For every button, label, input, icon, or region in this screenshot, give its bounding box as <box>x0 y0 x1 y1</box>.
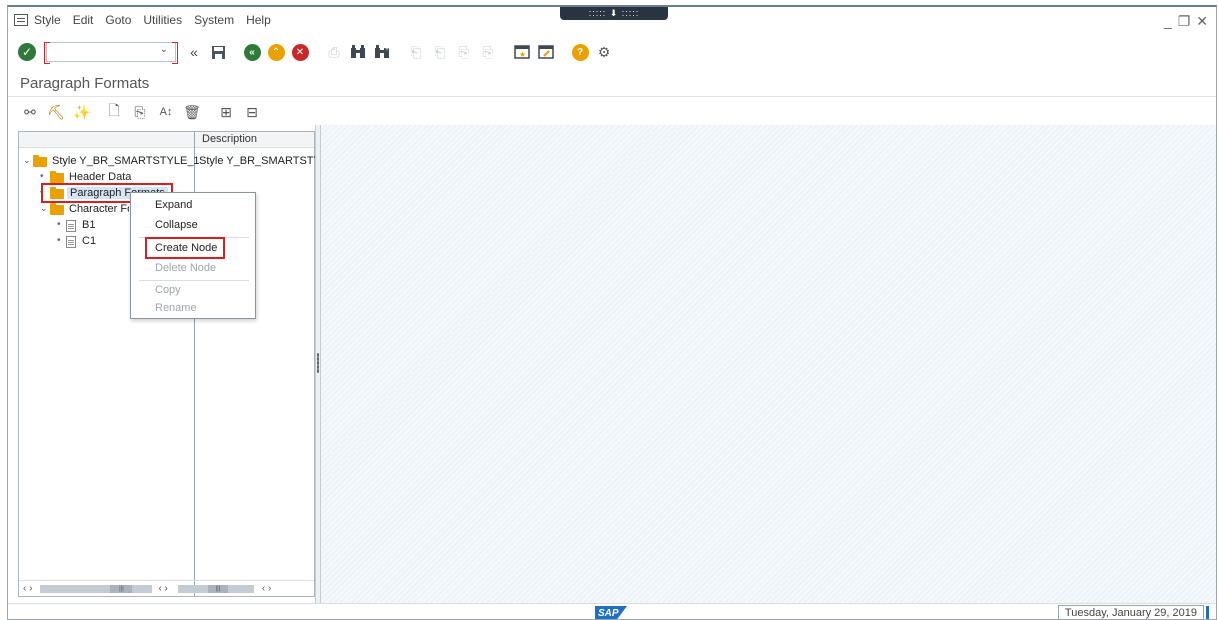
document-icon <box>66 220 76 232</box>
page-title: Paragraph Formats <box>8 71 1216 97</box>
print-icon[interactable]: ⎙ <box>324 42 344 62</box>
previous-page-icon[interactable]: ⎗ <box>430 42 450 62</box>
menu-utilities[interactable]: Utilities <box>143 13 182 27</box>
context-menu: Expand Collapse Create Node Delete Node … <box>130 192 256 319</box>
tree-node-label[interactable]: C1 <box>82 235 96 247</box>
exit-icon[interactable]: ⌃ <box>266 42 286 62</box>
context-menu-rename: Rename <box>155 302 197 314</box>
scrollbar-thumb[interactable]: ||| <box>207 584 228 593</box>
system-toolbar: ✓ ⌄ « « ⌃ ✕ ⎙ + ⎗ ⎗ ⎘ ⎘ ★ ? ⚙ <box>8 35 1216 69</box>
restore-icon[interactable]: ❐ <box>1178 13 1191 30</box>
document-icon <box>66 236 76 248</box>
minimize-icon[interactable]: _ <box>1164 13 1172 30</box>
scrollbar-track[interactable] <box>40 584 111 593</box>
scrollbar-thumb[interactable]: ||| <box>110 584 133 593</box>
scrollbar-track[interactable] <box>227 584 254 593</box>
expand-icon[interactable]: ⊞ <box>216 102 236 122</box>
chevron-down-icon[interactable]: ⌄ <box>40 203 50 214</box>
command-field-wrapper: ⌄ <box>44 42 178 64</box>
rename-icon[interactable]: A↕ <box>156 102 176 122</box>
scrollbar-track[interactable] <box>132 584 153 593</box>
cancel-icon[interactable]: ✕ <box>290 42 310 62</box>
folder-open-icon <box>33 155 47 167</box>
delete-icon[interactable]: 🗑 <box>182 102 202 122</box>
scroll-arrows-icon[interactable]: ‹ › <box>23 583 32 594</box>
svg-text:★: ★ <box>519 50 526 59</box>
back-icon[interactable]: « <box>184 42 204 62</box>
application-toolbar: ⚯ ⛏ ✨ 🗋 ⎘ A↕ 🗑 ⊞ ⊟ <box>8 99 1216 125</box>
chevron-down-icon[interactable]: ⌄ <box>23 155 33 166</box>
context-menu-collapse[interactable]: Collapse <box>155 219 198 231</box>
menu-style[interactable]: Style <box>34 13 61 27</box>
scrollbar-track[interactable] <box>177 584 208 593</box>
folder-icon <box>50 171 64 183</box>
menu-help[interactable]: Help <box>246 13 271 27</box>
tree-node-label[interactable]: B1 <box>82 219 95 231</box>
context-menu-expand[interactable]: Expand <box>155 199 192 211</box>
settings-icon[interactable]: ⚙ <box>594 42 614 62</box>
scroll-arrows-icon[interactable]: ‹ › <box>262 583 271 594</box>
context-menu-delete-node: Delete Node <box>155 262 217 274</box>
collapse-icon[interactable]: ⊟ <box>242 102 262 122</box>
context-menu-copy: Copy <box>155 284 181 296</box>
activate-icon[interactable]: ✨ <box>72 102 92 122</box>
shortcut-icon[interactable] <box>536 42 556 62</box>
copy-icon[interactable]: ⎘ <box>130 102 150 122</box>
next-page-icon[interactable]: ⎘ <box>454 42 474 62</box>
close-icon[interactable]: ✕ <box>1196 13 1208 30</box>
command-field[interactable] <box>46 42 176 62</box>
create-icon[interactable]: 🗋 <box>104 102 124 122</box>
chevron-down-icon[interactable]: ⌄ <box>160 44 168 55</box>
first-page-icon[interactable]: ⎗ <box>406 42 426 62</box>
menu-icon[interactable] <box>14 14 28 26</box>
description-column-header[interactable]: Description <box>202 133 257 145</box>
help-icon[interactable]: ? <box>570 42 590 62</box>
find-icon[interactable] <box>348 42 368 62</box>
find-next-icon[interactable]: + <box>372 42 392 62</box>
tree-header: Description <box>19 132 314 148</box>
menu-edit[interactable]: Edit <box>73 13 94 27</box>
toolbar-toggle-handle[interactable]: ::::: ⬇ ::::: <box>560 7 668 20</box>
create-session-icon[interactable]: ★ <box>512 42 532 62</box>
enter-icon[interactable]: ✓ <box>18 43 36 61</box>
highlight-box <box>145 237 225 259</box>
save-icon[interactable] <box>208 42 228 62</box>
status-date: Tuesday, January 29, 2019 <box>1057 605 1210 619</box>
menu-goto[interactable]: Goto <box>105 13 131 27</box>
check-icon[interactable]: ⛏ <box>46 102 66 122</box>
tree-node-label[interactable]: Character Formats <box>69 203 129 215</box>
detail-pane <box>321 125 1216 603</box>
sap-window: Style Edit Goto Utilities System Help ::… <box>7 5 1217 620</box>
tree-row[interactable]: ⌄ Style Y_BR_SMARTSTYLE_1 Style Y_BR_SMA… <box>19 154 315 170</box>
status-bar: SAP Tuesday, January 29, 2019 <box>8 603 1216 619</box>
back-green-icon[interactable]: « <box>242 42 262 62</box>
scroll-arrows-icon[interactable]: ‹ › <box>158 583 167 594</box>
svg-text:+: + <box>385 46 389 53</box>
folder-open-icon <box>50 203 64 215</box>
tree-scrollbar: ‹ › ||| ‹ › ||| ‹ › <box>19 580 314 596</box>
last-page-icon[interactable]: ⎘ <box>478 42 498 62</box>
tree-node-label[interactable]: Header Data <box>69 171 131 183</box>
window-controls: _ ❐ ✕ <box>1164 13 1208 30</box>
tree-node-label[interactable]: Style Y_BR_SMARTSTYLE_1 <box>52 155 200 167</box>
display-change-icon[interactable]: ⚯ <box>20 102 40 122</box>
sap-logo: SAP <box>595 606 627 619</box>
tree-node-description: Style Y_BR_SMARTSTYLE_1 <box>199 155 315 167</box>
menu-system[interactable]: System <box>194 13 234 27</box>
